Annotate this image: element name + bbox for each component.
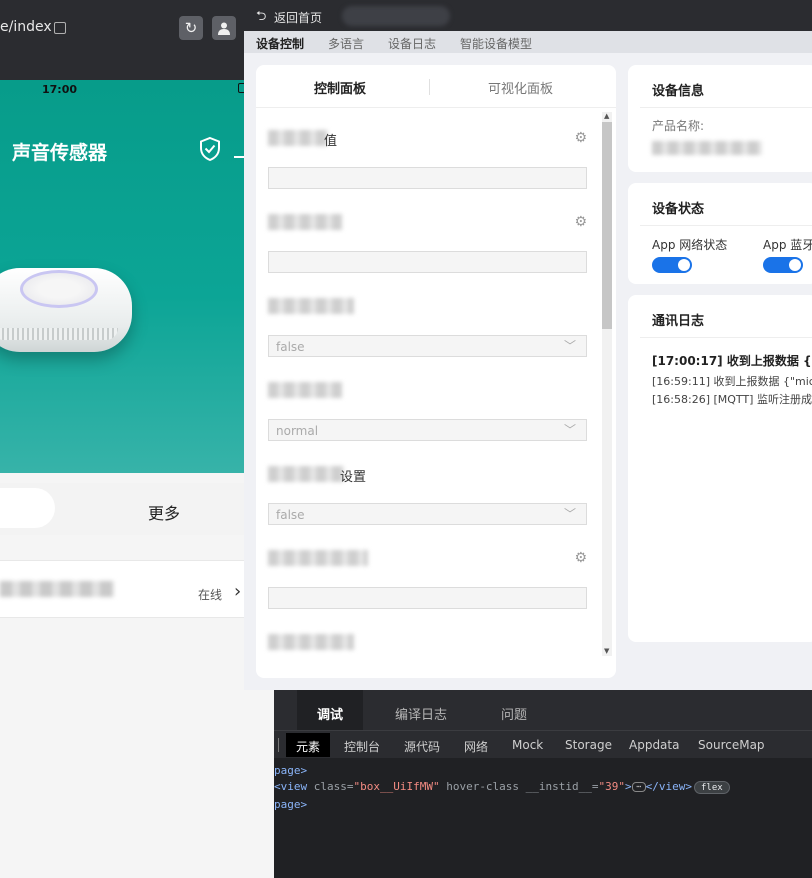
menu-device-model[interactable]: 智能设备模型 (460, 35, 532, 52)
user-icon (218, 22, 230, 35)
app-network-toggle[interactable] (652, 257, 692, 273)
control-scrollbar[interactable]: ▲ ▼ (602, 112, 612, 656)
shield-check-icon[interactable] (199, 136, 221, 162)
debugger-tabs: 调试 编译日志 问题 (274, 690, 812, 730)
product-name-label: 产品名称: (652, 119, 705, 133)
field-1-input[interactable] (268, 167, 587, 189)
tab-problems[interactable]: 问题 (481, 690, 547, 730)
comm-log-title: 通讯日志 (652, 314, 705, 329)
tab-control-panel[interactable]: 控制面板 (314, 78, 366, 97)
device-status-title: 设备状态 (652, 202, 705, 217)
subtab-sources[interactable]: 源代码 (404, 738, 440, 755)
device-info-card: 设备信息 产品名称: (628, 65, 812, 172)
code-line[interactable]: page> (274, 798, 307, 811)
phone-tabbar: 更多 (0, 483, 244, 535)
simulator-toolbar: e/index ↻ (0, 0, 244, 80)
field-3-select[interactable]: false ﹀ (268, 335, 587, 357)
online-status: 在线 (198, 588, 223, 602)
chevron-down-icon: ﹀ (563, 339, 576, 353)
ellipsis-icon[interactable]: ⋯ (631, 782, 646, 792)
back-icon[interactable]: ⮌ (256, 7, 266, 29)
simulator-url: e/index (0, 19, 52, 35)
product-name-redacted (652, 141, 762, 155)
tab-main[interactable] (0, 488, 55, 528)
field-3-value: false (276, 340, 305, 354)
debugger-panel: 调试 编译日志 问题 元素 控制台 源代码 网络 Mock Storage Ap… (274, 690, 812, 878)
field-5-select[interactable]: false ﹀ (268, 503, 587, 525)
tab-more[interactable]: 更多 (148, 500, 180, 524)
control-fields: 值 ⚙ ⚙ false ﹀ normal ﹀ 设置 false ﹀ ⚙ (256, 108, 616, 656)
copy-icon[interactable] (54, 22, 66, 34)
app-root: e/index ↻ 17:00 声音传感器 更多 在线 › ⮌ 返回首页 设备控… (0, 0, 812, 878)
gear-icon[interactable]: ⚙ (574, 130, 587, 146)
gear-icon[interactable]: ⚙ (574, 550, 587, 566)
code-line[interactable]: page> (274, 764, 307, 777)
tab-compile-log[interactable]: 编译日志 (375, 690, 467, 730)
status-time: 17:00 (42, 83, 78, 96)
scroll-down-icon[interactable]: ▼ (604, 647, 609, 655)
panel-header: ⮌ 返回首页 (244, 0, 812, 31)
menu-i18n[interactable]: 多语言 (328, 35, 364, 52)
subtab-elements[interactable]: 元素 (286, 733, 331, 757)
hero-banner: 17:00 声音传感器 (0, 80, 248, 473)
scrollbar-thumb[interactable] (602, 122, 612, 329)
back-home-link[interactable]: 返回首页 (274, 9, 322, 26)
subtab-sourcemap[interactable]: SourceMap (698, 738, 765, 752)
field-1-label: 值 (324, 134, 338, 149)
flex-badge[interactable]: flex (694, 780, 730, 794)
subtab-network[interactable]: 网络 (464, 738, 488, 755)
log-entry: [17:00:17] 收到上报数据 {"mi (652, 354, 812, 368)
user-button[interactable] (212, 16, 236, 40)
refresh-button[interactable]: ↻ (179, 16, 203, 40)
page-title: 声音传感器 (12, 142, 108, 164)
app-network-label: App 网络状态 (652, 238, 728, 252)
log-entry: [16:58:26] [MQTT] 监听注册成功 (652, 393, 812, 406)
menu-device-log[interactable]: 设备日志 (388, 35, 436, 52)
app-bluetooth-label: App 蓝牙 (763, 238, 812, 252)
field-2-input[interactable] (268, 251, 587, 273)
panel-menu: 设备控制 多语言 设备日志 智能设备模型 (244, 31, 812, 53)
app-bluetooth-toggle[interactable] (763, 257, 803, 273)
device-debug-panel: ⮌ 返回首页 设备控制 多语言 设备日志 智能设备模型 控制面板 可视化面板 值… (244, 0, 812, 690)
chevron-down-icon: ﹀ (563, 507, 576, 521)
chevron-down-icon: ﹀ (563, 423, 576, 437)
subtab-mock[interactable]: Mock (512, 738, 543, 752)
log-entry: [16:59:11] 收到上报数据 {"mic_ (652, 375, 812, 388)
tab-debug[interactable]: 调试 (297, 690, 364, 730)
subtab-appdata[interactable]: Appdata (629, 738, 679, 752)
comm-log-card: 通讯日志 [17:00:17] 收到上报数据 {"mi [16:59:11] 收… (628, 295, 812, 642)
scroll-up-icon[interactable]: ▲ (604, 112, 609, 120)
field-4-value: normal (276, 424, 319, 438)
field-5-value: false (276, 508, 305, 522)
devtools-subtabs: 元素 控制台 源代码 网络 Mock Storage Appdata Sourc… (274, 730, 812, 758)
gear-icon[interactable]: ⚙ (574, 214, 587, 230)
menu-device-control[interactable]: 设备控制 (256, 35, 304, 52)
chevron-right-icon: › (234, 581, 242, 602)
tab-visual-panel[interactable]: 可视化面板 (488, 78, 553, 97)
device-image (0, 258, 132, 358)
refresh-icon: ↻ (184, 19, 198, 37)
field-6-input[interactable] (268, 587, 587, 609)
control-card: 控制面板 可视化面板 值 ⚙ ⚙ false ﹀ normal ﹀ 设置 fal… (256, 65, 616, 678)
device-name-redacted (0, 581, 114, 597)
device-info-title: 设备信息 (652, 84, 705, 99)
field-5-label: 设置 (340, 470, 367, 485)
code-line[interactable]: <view class="box__UiIfMW" hover-class __… (274, 780, 730, 794)
device-status-card: 设备状态 App 网络状态 App 蓝牙 (628, 183, 812, 284)
subtab-storage[interactable]: Storage (565, 738, 612, 752)
header-redacted (342, 6, 450, 26)
device-list-item[interactable]: 在线 › (0, 560, 244, 618)
subtab-console[interactable]: 控制台 (344, 738, 380, 755)
field-4-select[interactable]: normal ﹀ (268, 419, 587, 441)
